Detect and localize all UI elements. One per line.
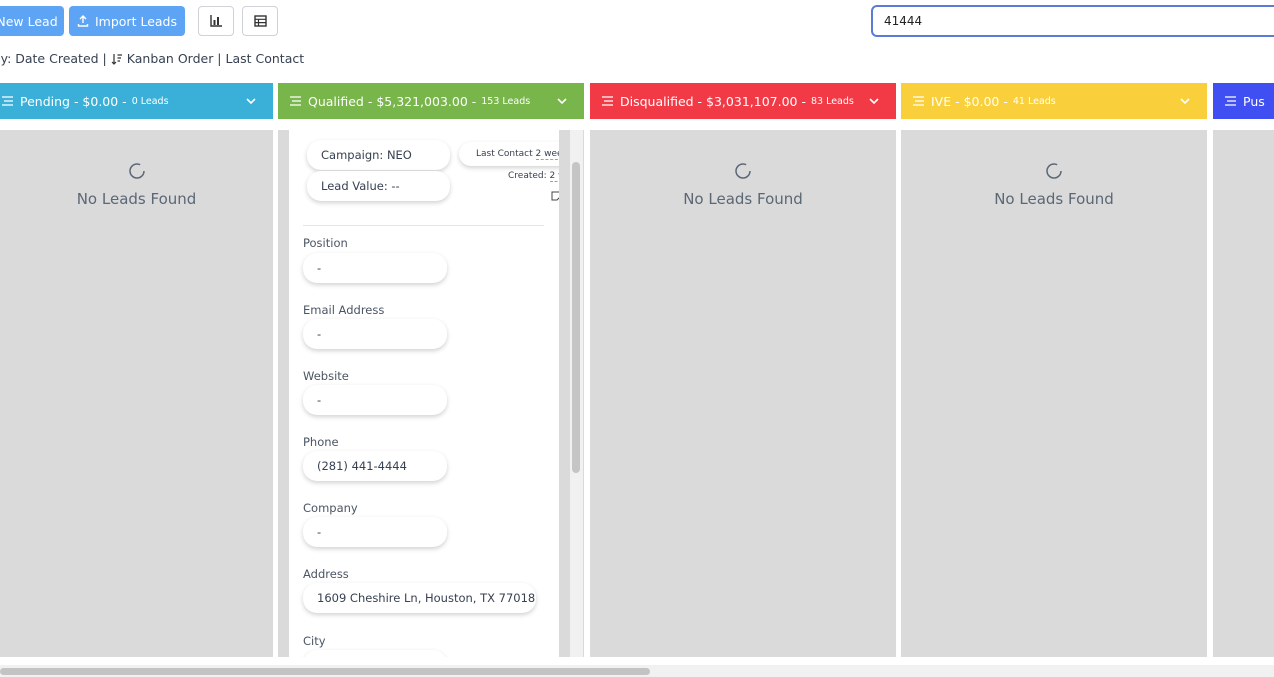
loading-spinner-icon [128, 163, 145, 179]
new-lead-label: New Lead [0, 13, 58, 29]
table-icon [253, 15, 267, 27]
campaign-pill: Campaign: NEO [307, 140, 450, 170]
position-value[interactable]: - [303, 253, 447, 283]
list-icon [2, 96, 13, 106]
column-header-qualified[interactable]: Qualified - $5,321,003.00 - 153 Leads [278, 83, 584, 119]
column-count: 0 Leads [131, 95, 169, 107]
column-body-ive: No Leads Found [901, 130, 1207, 657]
list-icon [290, 96, 301, 106]
loading-spinner-icon [1046, 163, 1062, 179]
lead-card[interactable]: Campaign: NEO Lead Value: -- Last Contac… [289, 130, 559, 657]
position-label: Position [303, 236, 348, 250]
sort-desc-icon [111, 53, 122, 65]
list-icon [602, 96, 613, 106]
chevron-down-icon[interactable] [245, 95, 257, 107]
search-input[interactable] [871, 5, 1274, 37]
note-icon [551, 191, 559, 201]
column-header-pending[interactable]: Pending - $0.00 - 0 Leads [0, 83, 273, 119]
horizontal-scrollbar[interactable] [0, 665, 1274, 677]
column-body-pus [1213, 130, 1274, 657]
column-body-disqualified: No Leads Found [590, 130, 896, 657]
chart-view-button[interactable] [198, 6, 234, 36]
column-count: 83 Leads [810, 95, 854, 107]
import-leads-label: Import Leads [94, 13, 177, 29]
card-divider [303, 225, 544, 226]
sort-by-label[interactable]: By: Date Created | [0, 51, 107, 66]
empty-text: No Leads Found [683, 190, 803, 208]
city-value[interactable] [303, 650, 447, 657]
empty-state: No Leads Found [901, 162, 1207, 208]
chevron-down-icon[interactable] [868, 95, 880, 107]
horizontal-scrollbar-thumb[interactable] [0, 668, 650, 675]
column-count: 41 Leads [1012, 95, 1056, 107]
upload-icon [77, 15, 89, 27]
column-title: Pus [1243, 93, 1265, 109]
column-header-disqualified[interactable]: Disqualified - $3,031,107.00 - 83 Leads [590, 83, 896, 119]
table-view-button[interactable] [242, 6, 278, 36]
email-value[interactable]: - [303, 319, 447, 349]
company-label: Company [303, 501, 358, 515]
column-title: Pending - $0.00 - [20, 93, 127, 109]
column-title: Qualified - $5,321,003.00 - [308, 93, 477, 109]
loading-spinner-icon [735, 163, 751, 179]
sort-order-label[interactable]: Kanban Order | Last Contact [127, 51, 304, 66]
last-contact-pill: Last Contact 2 weeks [459, 142, 559, 166]
list-icon [913, 96, 924, 106]
column-scrollbar[interactable] [570, 130, 583, 657]
email-label: Email Address [303, 303, 385, 317]
empty-state: No Leads Found [590, 162, 896, 208]
column-header-ive[interactable]: IVE - $0.00 - 41 Leads [901, 83, 1207, 119]
chevron-down-icon[interactable] [556, 95, 568, 107]
column-body-pending: No Leads Found [0, 130, 273, 657]
website-label: Website [303, 369, 349, 383]
column-title: IVE - $0.00 - [931, 93, 1008, 109]
list-icon [1225, 96, 1236, 106]
phone-value[interactable]: (281) 441-4444 [303, 451, 447, 481]
city-label: City [303, 634, 326, 648]
notes-indicator[interactable]: 1 [551, 191, 559, 201]
empty-text: No Leads Found [994, 190, 1114, 208]
company-value[interactable]: - [303, 517, 447, 547]
column-header-pus[interactable]: Pus [1213, 83, 1274, 119]
empty-text: No Leads Found [76, 190, 197, 208]
bar-chart-icon [209, 15, 222, 27]
leads-kanban-page: New Lead Import Leads By: Date Created |… [0, 0, 1274, 677]
address-value[interactable]: 1609 Cheshire Ln, Houston, TX 77018 [303, 583, 536, 613]
column-count: 153 Leads [481, 95, 531, 107]
empty-state: No Leads Found [0, 162, 273, 208]
address-label: Address [303, 567, 349, 581]
import-leads-button[interactable]: Import Leads [69, 6, 185, 36]
column-scrollbar-thumb[interactable] [572, 162, 580, 473]
sort-bar: By: Date Created | Kanban Order | Last C… [0, 51, 304, 66]
new-lead-button[interactable]: New Lead [0, 6, 64, 36]
created-date: Created: 2 we [508, 171, 559, 182]
chevron-down-icon[interactable] [1179, 95, 1191, 107]
last-contact-value: 2 weeks [535, 149, 559, 160]
phone-label: Phone [303, 435, 339, 449]
lead-value-pill: Lead Value: -- [307, 171, 450, 201]
website-value[interactable]: - [303, 385, 447, 415]
column-title: Disqualified - $3,031,107.00 - [620, 93, 806, 109]
